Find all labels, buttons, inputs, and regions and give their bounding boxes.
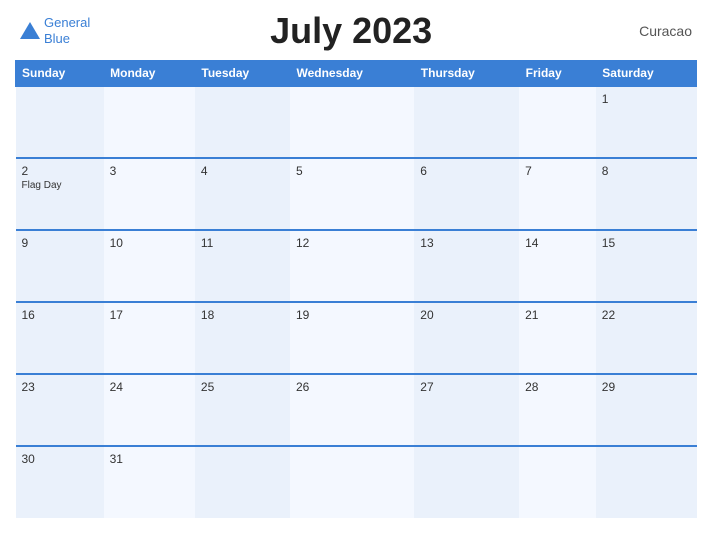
calendar-cell: 7 — [519, 158, 596, 230]
calendar-cell — [414, 446, 519, 518]
day-number: 26 — [296, 380, 408, 394]
day-number: 8 — [602, 164, 691, 178]
calendar-container: General Blue July 2023 Curacao SundayMon… — [0, 0, 712, 550]
calendar-cell — [290, 86, 414, 158]
calendar-cell: 18 — [195, 302, 290, 374]
calendar-cell: 27 — [414, 374, 519, 446]
logo-triangle-icon — [20, 22, 40, 39]
calendar-cell — [195, 86, 290, 158]
weekday-header-saturday: Saturday — [596, 61, 697, 87]
day-number: 28 — [525, 380, 590, 394]
day-event: Flag Day — [22, 180, 98, 191]
day-number: 6 — [420, 164, 513, 178]
calendar-cell: 11 — [195, 230, 290, 302]
calendar-cell — [519, 86, 596, 158]
day-number: 7 — [525, 164, 590, 178]
day-number: 9 — [22, 236, 98, 250]
calendar-cell: 6 — [414, 158, 519, 230]
weekday-header-friday: Friday — [519, 61, 596, 87]
day-number: 12 — [296, 236, 408, 250]
day-number: 19 — [296, 308, 408, 322]
calendar-cell: 2 Flag Day — [16, 158, 104, 230]
calendar-cell: 9 — [16, 230, 104, 302]
weekday-header-wednesday: Wednesday — [290, 61, 414, 87]
calendar-cell: 30 — [16, 446, 104, 518]
day-number: 29 — [602, 380, 691, 394]
calendar-cell: 14 — [519, 230, 596, 302]
day-number: 14 — [525, 236, 590, 250]
logo-line1: General — [44, 15, 90, 31]
calendar-cell — [16, 86, 104, 158]
month-title: July 2023 — [90, 10, 612, 52]
calendar-header: General Blue July 2023 Curacao — [15, 10, 697, 52]
day-number: 3 — [110, 164, 189, 178]
day-number: 5 — [296, 164, 408, 178]
day-number: 25 — [201, 380, 284, 394]
day-number: 24 — [110, 380, 189, 394]
day-number: 27 — [420, 380, 513, 394]
day-number: 18 — [201, 308, 284, 322]
calendar-cell: 4 — [195, 158, 290, 230]
calendar-cell — [519, 446, 596, 518]
calendar-cell: 16 — [16, 302, 104, 374]
weekday-header-tuesday: Tuesday — [195, 61, 290, 87]
calendar-week-row: 2 Flag Day 345678 — [16, 158, 697, 230]
calendar-cell: 13 — [414, 230, 519, 302]
calendar-cell — [290, 446, 414, 518]
country-label: Curacao — [612, 23, 692, 39]
calendar-table: SundayMondayTuesdayWednesdayThursdayFrid… — [15, 60, 697, 518]
day-number: 11 — [201, 236, 284, 250]
calendar-cell: 8 — [596, 158, 697, 230]
logo: General Blue — [20, 15, 90, 46]
calendar-cell: 17 — [104, 302, 195, 374]
day-number: 30 — [22, 452, 98, 466]
calendar-week-row: 16 17 18 19 20 21 22 — [16, 302, 697, 374]
logo-line2: Blue — [44, 31, 90, 47]
day-number: 15 — [602, 236, 691, 250]
calendar-week-row: 23 24 25 26 27 28 29 — [16, 374, 697, 446]
calendar-cell: 28 — [519, 374, 596, 446]
day-number: 31 — [110, 452, 189, 466]
day-number: 10 — [110, 236, 189, 250]
calendar-cell: 3 — [104, 158, 195, 230]
calendar-cell: 29 — [596, 374, 697, 446]
calendar-cell: 15 — [596, 230, 697, 302]
calendar-cell: 21 — [519, 302, 596, 374]
day-number: 20 — [420, 308, 513, 322]
calendar-cell — [104, 86, 195, 158]
calendar-week-row: 1 — [16, 86, 697, 158]
weekday-header-row: SundayMondayTuesdayWednesdayThursdayFrid… — [16, 61, 697, 87]
calendar-cell — [596, 446, 697, 518]
day-number: 22 — [602, 308, 691, 322]
day-number: 21 — [525, 308, 590, 322]
calendar-cell: 1 — [596, 86, 697, 158]
weekday-header-sunday: Sunday — [16, 61, 104, 87]
calendar-week-row: 30 31 — [16, 446, 697, 518]
calendar-cell: 10 — [104, 230, 195, 302]
weekday-header-monday: Monday — [104, 61, 195, 87]
calendar-cell: 23 — [16, 374, 104, 446]
calendar-cell — [195, 446, 290, 518]
calendar-week-row: 9 10 11 12 13 14 15 — [16, 230, 697, 302]
logo-text: General Blue — [44, 15, 90, 46]
day-number: 13 — [420, 236, 513, 250]
day-number: 1 — [602, 92, 691, 106]
calendar-cell: 5 — [290, 158, 414, 230]
calendar-cell: 20 — [414, 302, 519, 374]
day-number: 2 — [22, 164, 98, 178]
day-number: 17 — [110, 308, 189, 322]
calendar-cell: 25 — [195, 374, 290, 446]
day-number: 23 — [22, 380, 98, 394]
day-number: 4 — [201, 164, 284, 178]
calendar-cell: 19 — [290, 302, 414, 374]
calendar-cell: 22 — [596, 302, 697, 374]
calendar-cell: 31 — [104, 446, 195, 518]
calendar-cell: 24 — [104, 374, 195, 446]
day-number: 16 — [22, 308, 98, 322]
calendar-cell — [414, 86, 519, 158]
calendar-cell: 12 — [290, 230, 414, 302]
weekday-header-thursday: Thursday — [414, 61, 519, 87]
calendar-cell: 26 — [290, 374, 414, 446]
